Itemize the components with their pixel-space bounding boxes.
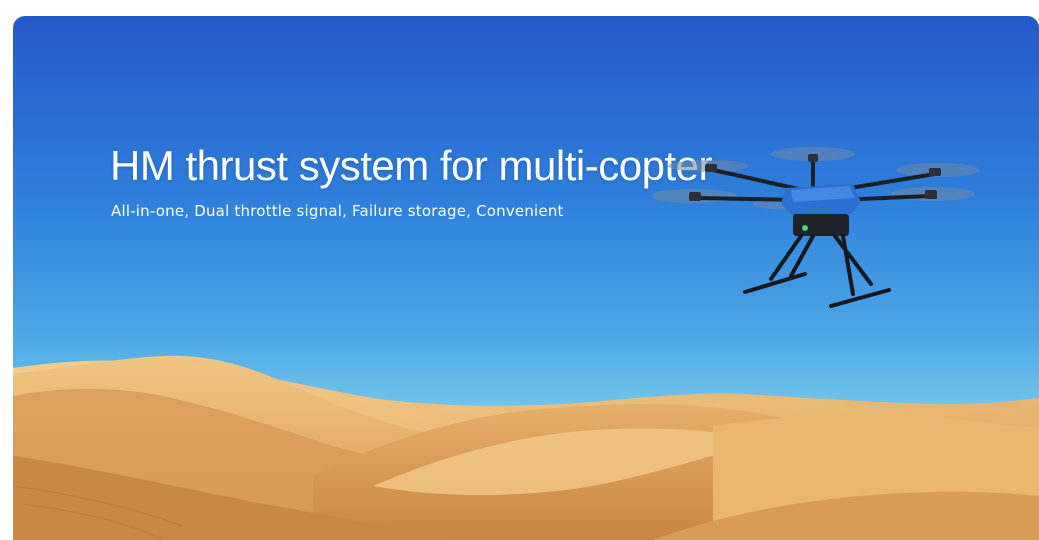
drone-image: [653, 147, 980, 308]
landing-gear: [743, 234, 891, 308]
drone-payload: [793, 214, 849, 236]
hero-banner: HM thrust system for multi-copter All-in…: [13, 16, 1039, 540]
hero-subtitle: All-in-one, Dual throttle signal, Failur…: [111, 202, 564, 220]
hero-title: HM thrust system for multi-copter: [110, 142, 712, 189]
